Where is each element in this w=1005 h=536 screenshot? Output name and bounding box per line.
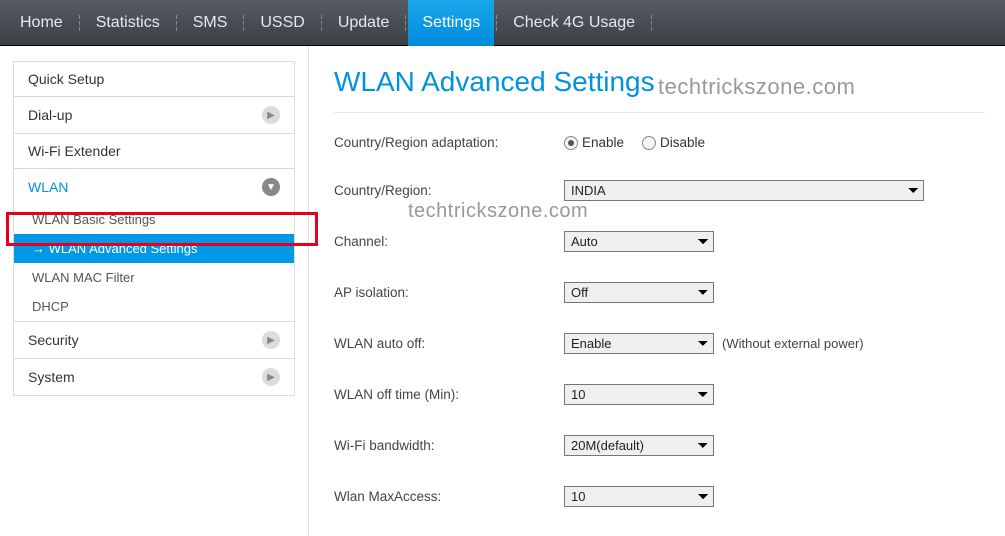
select-ap-isolation[interactable]: Off	[564, 282, 714, 303]
label-off-time: WLAN off time (Min):	[334, 387, 564, 402]
select-max-access[interactable]: 10	[564, 486, 714, 507]
label-ap-isolation: AP isolation:	[334, 285, 564, 300]
sidebar-item-label: Wi-Fi Extender	[28, 143, 121, 159]
sidebar-item-label: System	[28, 369, 75, 385]
radio-icon	[564, 136, 578, 150]
row-country: Country/Region: INDIA	[334, 180, 985, 201]
note-auto-off: (Without external power)	[722, 336, 864, 351]
sidebar-dhcp[interactable]: DHCP	[13, 292, 295, 322]
nav-statistics[interactable]: Statistics	[82, 0, 174, 46]
row-channel: Channel: Auto	[334, 231, 985, 252]
sidebar-wlan-mac-filter[interactable]: WLAN MAC Filter	[13, 263, 295, 293]
label-country-adaptation: Country/Region adaptation:	[334, 135, 564, 150]
nav-divider	[176, 15, 177, 19]
chevron-right-icon: ▶	[262, 368, 280, 386]
label-max-access: Wlan MaxAccess:	[334, 489, 564, 504]
row-auto-off: WLAN auto off: Enable (Without external …	[334, 333, 985, 354]
radio-disable[interactable]: Disable	[642, 135, 705, 150]
nav-update[interactable]: Update	[324, 0, 404, 46]
sidebar-quick-setup[interactable]: Quick Setup	[13, 61, 295, 97]
nav-divider	[79, 15, 80, 19]
row-ap-isolation: AP isolation: Off	[334, 282, 985, 303]
radio-label: Enable	[582, 135, 624, 150]
nav-settings[interactable]: Settings	[408, 0, 494, 46]
sidebar-dial-up[interactable]: Dial-up ▶	[13, 96, 295, 134]
select-country[interactable]: INDIA	[564, 180, 924, 201]
nav-check-4g[interactable]: Check 4G Usage	[499, 0, 649, 46]
select-channel[interactable]: Auto	[564, 231, 714, 252]
radio-label: Disable	[660, 135, 705, 150]
sidebar-wlan-basic[interactable]: WLAN Basic Settings	[13, 205, 295, 235]
watermark: techtrickszone.com	[658, 74, 855, 100]
top-nav: Home Statistics SMS USSD Update Settings…	[0, 0, 1005, 46]
nav-divider	[651, 15, 652, 19]
select-off-time[interactable]: 10	[564, 384, 714, 405]
select-auto-off[interactable]: Enable	[564, 333, 714, 354]
nav-divider	[243, 15, 244, 19]
radio-icon	[642, 136, 656, 150]
nav-divider	[321, 15, 322, 19]
watermark: techtrickszone.com	[408, 200, 588, 223]
sidebar-wlan[interactable]: WLAN ▼	[13, 168, 295, 206]
nav-divider	[496, 15, 497, 19]
sidebar-wifi-extender[interactable]: Wi-Fi Extender	[13, 133, 295, 169]
chevron-right-icon: ▶	[262, 331, 280, 349]
sidebar-security[interactable]: Security ▶	[13, 321, 295, 359]
chevron-down-icon: ▼	[262, 178, 280, 196]
chevron-right-icon: ▶	[262, 106, 280, 124]
nav-ussd[interactable]: USSD	[246, 0, 318, 46]
row-off-time: WLAN off time (Min): 10	[334, 384, 985, 405]
label-bandwidth: Wi-Fi bandwidth:	[334, 438, 564, 453]
sidebar-wlan-advanced[interactable]: WLAN Advanced Settings	[13, 234, 295, 264]
sidebar-item-label: Dial-up	[28, 107, 72, 123]
sidebar-item-label: Security	[28, 332, 79, 348]
label-channel: Channel:	[334, 234, 564, 249]
row-country-adaptation: Country/Region adaptation: Enable Disabl…	[334, 135, 985, 150]
label-country: Country/Region:	[334, 183, 564, 198]
row-max-access: Wlan MaxAccess: 10	[334, 486, 985, 507]
nav-home[interactable]: Home	[6, 0, 77, 46]
nav-sms[interactable]: SMS	[179, 0, 242, 46]
sidebar: Quick Setup Dial-up ▶ Wi-Fi Extender WLA…	[0, 46, 308, 536]
label-auto-off: WLAN auto off:	[334, 336, 564, 351]
nav-divider	[405, 15, 406, 19]
radio-enable[interactable]: Enable	[564, 135, 624, 150]
sidebar-item-label: WLAN	[28, 179, 68, 195]
main-panel: WLAN Advanced Settings techtrickszone.co…	[308, 46, 1005, 536]
sidebar-system[interactable]: System ▶	[13, 358, 295, 396]
row-bandwidth: Wi-Fi bandwidth: 20M(default)	[334, 435, 985, 456]
select-bandwidth[interactable]: 20M(default)	[564, 435, 714, 456]
vertical-divider	[308, 46, 309, 536]
